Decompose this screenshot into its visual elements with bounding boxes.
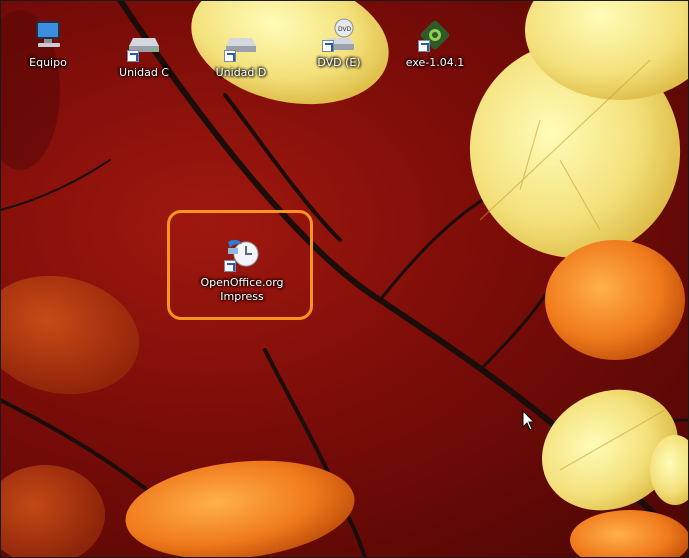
desktop-icon-unidad-c[interactable]: Unidad C <box>106 28 182 80</box>
desktop-icon-label: Unidad C <box>119 66 169 79</box>
shortcut-arrow-icon <box>418 40 430 52</box>
desktop[interactable]: Equipo Unidad C Unidad D DVD DVD (E) exe… <box>0 0 689 558</box>
desktop-icon-label: OpenOffice.org Impress <box>200 276 284 303</box>
desktop-icon-label: Unidad D <box>215 66 267 79</box>
shortcut-arrow-icon <box>127 50 139 62</box>
desktop-icon-label: Equipo <box>29 56 67 69</box>
dvd-drive-icon: DVD <box>322 18 356 52</box>
desktop-icon-openoffice-impress[interactable]: OpenOffice.org Impress <box>192 236 292 304</box>
desktop-icon-label: exe-1.04.1 <box>405 56 465 69</box>
desktop-icon-exe[interactable]: exe-1.04.1 <box>397 18 473 70</box>
wallpaper-autumn-leaves <box>0 0 689 558</box>
shortcut-arrow-icon <box>322 40 334 52</box>
drive-d-icon <box>224 28 258 62</box>
shortcut-arrow-icon <box>224 260 236 272</box>
mouse-pointer-icon <box>522 410 536 431</box>
desktop-icon-equipo[interactable]: Equipo <box>10 18 86 70</box>
desktop-icon-dvd-e[interactable]: DVD DVD (E) <box>301 18 377 70</box>
desktop-icon-label: DVD (E) <box>317 56 361 69</box>
openoffice-impress-icon <box>224 236 260 272</box>
drive-c-icon <box>127 28 161 62</box>
svg-text:DVD: DVD <box>338 26 352 33</box>
computer-icon <box>31 18 65 52</box>
exe-app-icon <box>418 18 452 52</box>
desktop-icon-unidad-d[interactable]: Unidad D <box>203 28 279 80</box>
shortcut-arrow-icon <box>224 50 236 62</box>
